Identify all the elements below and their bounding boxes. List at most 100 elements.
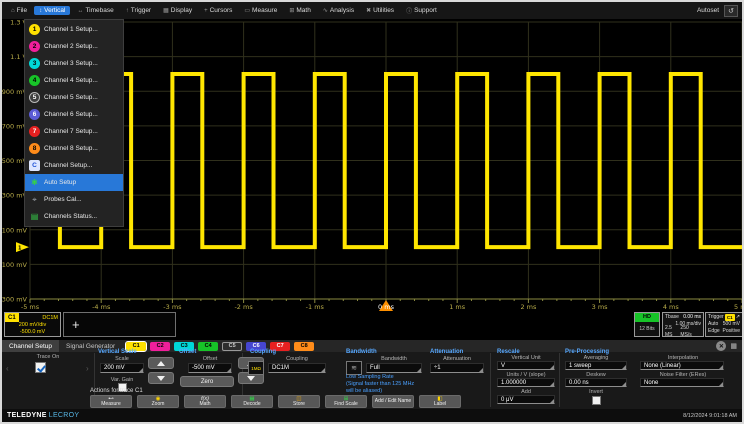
chip-c4[interactable]: C4 [198, 342, 218, 351]
menu-item-channel-2-setup[interactable]: 2Channel 2 Setup... [25, 38, 123, 55]
menu-item-label: Channel 2 Setup... [44, 43, 98, 50]
coupling-field[interactable]: DC1M [268, 363, 326, 373]
menu-item-channel-7-setup[interactable]: 7Channel 7 Setup... [25, 123, 123, 140]
menu-item-channel-8-setup[interactable]: 8Channel 8 Setup... [25, 140, 123, 157]
menu-measure[interactable]: ▭Measure [239, 6, 282, 15]
add-trace-button[interactable]: + [63, 312, 176, 337]
svg-text:-100 mV: -100 mV [2, 261, 28, 269]
chip-c8[interactable]: C8 [294, 342, 314, 351]
menu-item-channel-5-setup[interactable]: 5Channel 5 Setup... [25, 89, 123, 106]
menu-timebase[interactable]: ↔Timebase [72, 6, 118, 15]
svg-text:100 mV: 100 mV [2, 226, 28, 234]
svg-text:-1 ms: -1 ms [306, 303, 325, 311]
timebase-rate: 250 MS/s [680, 325, 701, 339]
menu-vertical[interactable]: ↕Vertical [34, 6, 70, 15]
menu-timebase-label: Timebase [85, 7, 113, 14]
menu-item-label: Channel 4 Setup... [44, 77, 98, 84]
scale-field[interactable]: 200 mV [100, 363, 144, 373]
menu-vertical-label: Vertical [44, 7, 65, 14]
menu-support[interactable]: ⓘSupport [401, 5, 442, 16]
button-label: Store [293, 402, 305, 407]
panel-grid-icon[interactable]: ▦ [730, 342, 737, 350]
status-list-icon: ▤ [29, 211, 40, 222]
menu-math-label: Math [296, 7, 310, 14]
chip-c2[interactable]: C2 [150, 342, 170, 351]
vertical-unit-field[interactable]: V [497, 361, 555, 370]
autoset-button[interactable]: Autoset [697, 7, 719, 14]
svg-text:-5 ms: -5 ms [21, 303, 40, 311]
zoom-button[interactable]: ◉Zoom [137, 395, 179, 408]
menu-display[interactable]: ▦Display [158, 6, 197, 15]
find-scale-button[interactable]: ⊞Find Scale [325, 395, 367, 408]
menu-cursors[interactable]: +Cursors [199, 6, 237, 15]
units-per-v-field[interactable]: 1.000000 [497, 378, 555, 387]
timebase-title: Tbase [665, 314, 679, 321]
undo-autoset-button[interactable]: ↺ [724, 5, 738, 17]
menu-trigger[interactable]: ↑Trigger [121, 6, 156, 15]
bandwidth-field[interactable]: Full [366, 363, 422, 373]
button-label: Label [434, 402, 446, 407]
menu-item-channel-1-setup[interactable]: 1Channel 1 Setup... [25, 21, 123, 38]
menu-item-channels-status[interactable]: ▤Channels Status... [25, 208, 123, 225]
trigger-icon: ↑ [126, 8, 129, 14]
add-field[interactable]: 0 μV [497, 395, 555, 404]
c1-scale: 200 mV/div [5, 322, 60, 329]
close-dialog-button[interactable]: ✕ [716, 341, 726, 351]
bandwidth-icon: ≋ [346, 361, 362, 375]
menu-analysis[interactable]: ∿Analysis [318, 6, 359, 15]
add-edit-name-button[interactable]: Add / Edit Name [372, 395, 414, 408]
button-label: Measure [101, 402, 120, 407]
c1-coupling: DC1M [42, 315, 60, 321]
down-arrow-icon [247, 376, 255, 381]
channel-setup-badge: C [29, 160, 40, 171]
c1-trace-descriptor[interactable]: C1 DC1M 200 mV/div -500.0 mV [4, 312, 61, 337]
svg-text:2 ms: 2 ms [520, 303, 537, 311]
action-buttons: ⊷Measure ◉Zoom f(x)Math ▦Decode ◫Store ⊞… [90, 395, 461, 408]
scroll-left-icon[interactable]: ‹ [6, 364, 9, 373]
menu-item-channel-setup[interactable]: CChannel Setup... [25, 157, 123, 174]
menu-item-channel-3-setup[interactable]: 3Channel 3 Setup... [25, 55, 123, 72]
button-label: Decode [243, 402, 260, 407]
averaging-field[interactable]: 1 sweep [565, 361, 627, 370]
menu-item-channel-6-setup[interactable]: 6Channel 6 Setup... [25, 106, 123, 123]
trace-on-checkbox[interactable] [35, 362, 46, 373]
svg-text:5 ms: 5 ms [734, 303, 744, 311]
deskew-field[interactable]: 0.00 ns [565, 378, 627, 387]
chip-c5[interactable]: C5 [222, 342, 242, 351]
menu-trigger-label: Trigger [131, 7, 151, 14]
invert-checkbox[interactable] [592, 396, 601, 405]
tab-channel-setup[interactable]: Channel Setup [2, 340, 59, 352]
menu-utilities[interactable]: ✖Utilities [361, 6, 399, 15]
scale-down-button[interactable] [148, 372, 174, 384]
up-arrow-icon [157, 361, 165, 366]
timebase-samples: 2.5 MS [665, 325, 680, 339]
menu-item-probes-cal[interactable]: ⌖Probes Cal... [25, 191, 123, 208]
decode-button[interactable]: ▦Decode [231, 395, 273, 408]
timebase-descriptor[interactable]: Tbase0.00 ms 1.00 ms/div 2.5 MS250 MS/s [662, 312, 704, 337]
plus-icon: + [72, 317, 80, 332]
trace-on-label: Trace On [20, 354, 76, 360]
measure-button[interactable]: ⊷Measure [90, 395, 132, 408]
channel-setup-dialog: Channel Setup Signal Generator C1 C2 C3 … [2, 339, 742, 409]
menu-cursors-label: Cursors [210, 7, 233, 14]
auto-setup-icon: ✱ [29, 177, 40, 188]
menu-math[interactable]: ⊞Math [284, 6, 315, 15]
vertical-menu: 1Channel 1 Setup... 2Channel 2 Setup... … [24, 19, 124, 227]
zero-offset-button[interactable]: Zero [180, 376, 234, 387]
store-button[interactable]: ◫Store [278, 395, 320, 408]
trigger-descriptor[interactable]: TriggerC1↗ Auto500 mV EdgePositive [705, 312, 743, 337]
menu-item-channel-4-setup[interactable]: 4Channel 4 Setup... [25, 72, 123, 89]
noise-filter-field[interactable]: None [640, 378, 724, 387]
scale-up-button[interactable] [148, 357, 174, 369]
menu-item-label: Auto Setup [44, 179, 76, 186]
scroll-right-icon[interactable]: › [86, 364, 89, 373]
menu-file[interactable]: ⌂File [6, 6, 32, 15]
math-button[interactable]: f(x)Math [184, 395, 226, 408]
menu-item-auto-setup[interactable]: ✱ Auto Setup [25, 174, 123, 191]
hd-mode-indicator[interactable]: HD 12 Bits [634, 312, 660, 337]
attenuation-field[interactable]: ÷1 [430, 363, 484, 373]
channel-chips: C1 C2 C3 C4 C5 C6 C7 C8 [126, 342, 314, 351]
interpolation-field[interactable]: None (Linear) [640, 361, 724, 370]
offset-field[interactable]: -500 mV [188, 363, 232, 373]
label-button[interactable]: ◧Label [419, 395, 461, 408]
